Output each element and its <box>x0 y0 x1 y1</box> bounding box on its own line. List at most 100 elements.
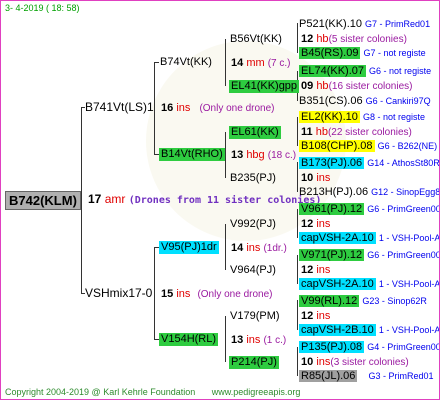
leaf-unit: ins <box>316 264 331 276</box>
leaf-id: V961(PJ).12 <box>299 203 365 215</box>
leaf-gen: G6 - not registe <box>369 66 432 76</box>
leaf-gen: G12 - SinopEgg86R <box>371 187 440 197</box>
timestamp: 3- 4-2019 ( 18: 58) <box>5 3 80 13</box>
dsd-node[interactable]: V964(PJ) <box>230 264 276 277</box>
dds-node[interactable]: V179(PM) <box>230 310 280 323</box>
leaf-gen: G6 - Cankiri97Q <box>365 96 431 106</box>
sire-drone-info: 16 ins (Only one drone) <box>161 102 274 115</box>
connector <box>225 316 226 362</box>
dd-note: (1 c.) <box>263 335 287 346</box>
sdd-node[interactable]: B235(PJ) <box>230 172 276 185</box>
leaf-row[interactable]: EL2(KK).10 G8 - not registe <box>299 111 425 124</box>
dss-node[interactable]: V992(PJ) <box>230 218 276 231</box>
dam-unit: ins <box>176 288 191 300</box>
ds-num: 14 <box>231 242 244 254</box>
leaf-row[interactable]: B213H(PJ).06 G12 - SinopEgg86R <box>299 186 440 199</box>
sire-note: (Only one drone) <box>199 103 275 114</box>
leaf-row[interactable]: P135(PJ).08 G4 - PrimGreen00 <box>299 341 439 354</box>
leaf-unit: hb <box>316 33 329 45</box>
site-link[interactable]: www.pedigreeapis.org <box>212 387 301 397</box>
leaf-row[interactable]: B351(CS).06 G6 - Cankiri97Q <box>299 95 431 108</box>
leaf-gen: G8 - not registe <box>362 112 425 122</box>
leaf-row[interactable]: V961(PJ).12 G6 - PrimGreen00 <box>299 203 439 216</box>
sd-drone-info: 13 hbg (18 c.) <box>231 149 296 162</box>
leaf-num: 11 <box>301 126 313 138</box>
leaf-drone-row: 10 ins <box>301 172 330 185</box>
leaf-unit: ins <box>316 218 331 230</box>
connector <box>297 347 298 376</box>
connector <box>297 23 298 53</box>
sire-num: 16 <box>161 102 174 114</box>
leaf-row[interactable]: B108(CHP).08 G6 - B262(NE) <box>299 140 437 153</box>
ssd-node[interactable]: EL41(KK)gpp <box>229 80 300 93</box>
leaf-unit: ins <box>316 172 331 184</box>
leaf-row[interactable]: capVSH-2A.10 1 - VSH-Pool-AR <box>299 278 440 291</box>
leaf-gen: G7 - not registe <box>363 48 426 58</box>
root-unit: amr <box>104 192 126 206</box>
leaf-id: B173(PJ).06 <box>299 157 365 169</box>
sd-node[interactable]: B14Vt(RHO) <box>159 148 225 161</box>
leaf-unit: ins <box>316 310 331 322</box>
leaf-unit: ins <box>316 356 331 368</box>
dd-node[interactable]: V154H(RL) <box>159 333 219 346</box>
connector <box>297 209 298 238</box>
ds-drone-info: 14 ins (1dr.) <box>231 242 287 255</box>
ds-node[interactable]: V95(PJ)1dr <box>159 241 219 254</box>
leaf-row[interactable]: V971(PJ).12 G6 - PrimGreen00 <box>299 249 439 262</box>
sds-node[interactable]: EL61(KK) <box>229 126 281 139</box>
leaf-row[interactable]: V99(RL).12 G23 - Sinop62R <box>299 295 427 308</box>
leaf-row[interactable]: capVSH-2A.10 1 - VSH-Pool-AR <box>299 232 439 245</box>
ss-drone-info: 14 mm (7 c.) <box>231 57 290 70</box>
leaf-gen: G6 - B262(NE) <box>377 141 438 151</box>
leaf-gen: G23 - Sinop62R <box>362 296 427 306</box>
pedigree-chart: 3- 4-2019 ( 18: 58) B742(KLM) 17 amr (Dr… <box>0 0 440 400</box>
ss-node[interactable]: B74Vt(KK) <box>160 56 212 69</box>
dam-note: (Only one drone) <box>197 289 273 300</box>
ss-num: 14 <box>231 57 244 69</box>
leaf-drone-row: 10 ins(3 sister colonies) <box>301 356 409 369</box>
connector <box>297 162 298 192</box>
ddd-node[interactable]: P214(PJ) <box>229 356 279 369</box>
leaf-id: B213H(PJ).06 <box>299 186 369 198</box>
sire-node[interactable]: B741Vt(LS)1 <box>85 101 154 114</box>
leaf-row[interactable]: R85(JL).06 G3 - PrimRed01 <box>299 370 434 383</box>
leaf-num: 12 <box>301 264 314 276</box>
leaf-num: 12 <box>301 310 314 322</box>
sss-node[interactable]: B56Vt(KK) <box>230 33 282 46</box>
leaf-id: V971(PJ).12 <box>299 249 365 261</box>
leaf-id: B45(RS).09 <box>299 47 361 59</box>
leaf-id: P135(PJ).08 <box>299 341 365 353</box>
ds-note: (1dr.) <box>263 243 287 254</box>
root-drone-info: 17 amr (Drones from 11 sister colonies) <box>88 193 321 207</box>
connector <box>297 117 298 146</box>
dd-drone-info: 13 ins (1 c.) <box>231 334 286 347</box>
leaf-id: capVSH-2A.10 <box>299 232 376 244</box>
leaf-id: R85(JL).06 <box>299 370 358 382</box>
leaf-gen: G14 - AthosSt80R <box>367 158 440 168</box>
leaf-row[interactable]: P521(KK).10 G7 - PrimRed01 <box>299 18 430 31</box>
leaf-row[interactable]: B173(PJ).06 G14 - AthosSt80R <box>299 157 440 170</box>
ss-note: (7 c.) <box>267 58 291 69</box>
leaf-gen: 1 - VSH-Pool-AR <box>378 279 440 289</box>
leaf-row[interactable]: B45(RS).09 G7 - not registe <box>299 47 426 60</box>
ds-unit: ins <box>246 242 261 254</box>
sd-note: (18 c.) <box>267 150 297 161</box>
leaf-gen: G7 - PrimRed01 <box>365 19 431 29</box>
leaf-num: 09 <box>301 80 314 92</box>
dam-node[interactable]: VSHmix17-0 <box>85 287 152 300</box>
root-queen[interactable]: B742(KLM) <box>5 191 81 210</box>
leaf-note: (5 sister colonies) <box>328 34 407 45</box>
leaf-row[interactable]: EL74(KK).07 G6 - not registe <box>299 65 431 78</box>
dd-num: 13 <box>231 334 244 346</box>
copyright-text: Copyright 2004-2019 @ Karl Kehrle Founda… <box>5 387 196 397</box>
leaf-drone-row: 12 ins <box>301 218 330 231</box>
leaf-num: 10 <box>301 172 314 184</box>
leaf-id: B351(CS).06 <box>299 95 363 107</box>
leaf-id: V99(RL).12 <box>299 295 360 307</box>
leaf-row[interactable]: capVSH-2B.10 1 - VSH-Pool-AR <box>299 324 439 337</box>
leaf-id: EL74(KK).07 <box>299 65 366 77</box>
ss-unit: mm <box>246 57 265 69</box>
connector <box>154 62 159 63</box>
leaf-drone-row: 11 hb(22 sister colonies) <box>301 126 412 139</box>
leaf-drone-row: 09 hb(16 sister colonies) <box>301 80 412 93</box>
